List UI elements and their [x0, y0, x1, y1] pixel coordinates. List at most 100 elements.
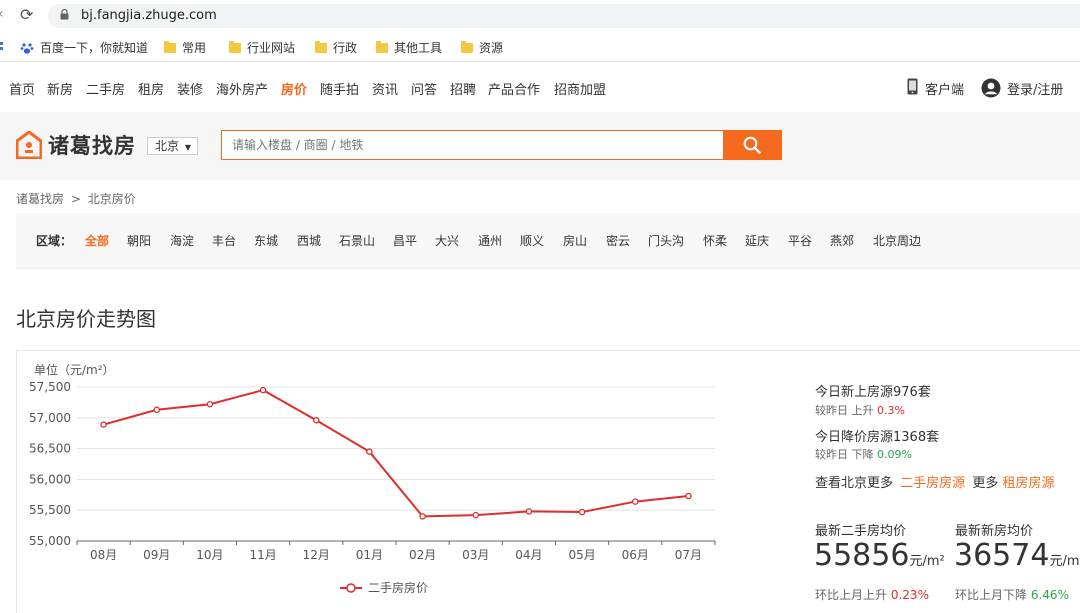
bookmark-baidu[interactable]: 百度一下，你就知道 [20, 39, 148, 56]
url-field[interactable]: bj.fangjia.zhuge.com [48, 4, 1080, 28]
change-percent-down: 0.09% [877, 448, 912, 461]
district-item[interactable]: 密云 [606, 232, 630, 249]
y-tick-label: 55,000 [29, 534, 71, 548]
bookmark-common[interactable]: 常用 [164, 39, 206, 56]
nav-house-price[interactable]: 房价 [281, 79, 307, 98]
bookmark-resources[interactable]: 资源 [461, 39, 503, 56]
district-item[interactable]: 怀柔 [703, 232, 727, 249]
nav-rent[interactable]: 租房 [138, 79, 164, 98]
nav-decoration[interactable]: 装修 [177, 79, 203, 98]
data-point [685, 492, 692, 500]
nav-new-homes[interactable]: 新房 [47, 79, 73, 98]
search-box [221, 130, 725, 160]
new-home-avg-title: 最新新房均价 [955, 524, 1034, 539]
breadcrumb-home[interactable]: 诸葛找房 [16, 192, 64, 206]
legend-point-marker [346, 583, 356, 593]
bookmark-label: 常用 [182, 41, 207, 55]
change-percent-up: 0.3% [877, 404, 905, 417]
nav-home[interactable]: 首页 [9, 79, 35, 98]
district-item[interactable]: 燕郊 [830, 232, 854, 249]
data-point [366, 448, 373, 455]
rental-listings-link[interactable]: 租房房源 [1002, 476, 1054, 491]
filter-label: 区域： [36, 234, 73, 248]
new-home-avg-value: 36574 [954, 538, 1050, 573]
more-prefix: 查看北京更多 [815, 476, 894, 491]
second-hand-listings-link[interactable]: 二手房房源 [900, 476, 965, 491]
district-item[interactable]: 延庆 [745, 232, 769, 249]
data-point [525, 508, 533, 515]
nav-news[interactable]: 资讯 [372, 79, 398, 98]
data-point [419, 513, 426, 520]
nav-jobs[interactable]: 招聘 [450, 79, 476, 98]
more-listings-line: 查看北京更多 二手房房源 更多 租房房源 [815, 472, 1054, 491]
price-trend-chart: 单位（元/m²） 55,000 55,500 56,000 56,500 57,000 57… [29, 362, 716, 595]
x-tick-label: 06月 [622, 548, 649, 562]
district-item[interactable]: 顺义 [520, 232, 544, 249]
nav-overseas[interactable]: 海外房产 [216, 79, 268, 98]
city-selector[interactable]: 北京 ▼ [147, 137, 198, 155]
data-point [632, 498, 639, 505]
x-tick-label: 11月 [249, 548, 276, 562]
district-item[interactable]: 石景山 [339, 232, 375, 249]
section-title: 北京房价走势图 [16, 307, 156, 331]
client-download-link[interactable]: 客户端 [925, 79, 964, 98]
dropdown-caret-icon: ▼ [184, 143, 191, 152]
second-hand-avg-price: 55856元/m² [814, 538, 945, 573]
data-point [578, 508, 586, 516]
district-item[interactable]: 朝阳 [127, 232, 151, 249]
change-label: 较昨日 [815, 448, 848, 461]
folder-icon [315, 40, 327, 53]
second-hand-avg-value: 55856 [814, 538, 910, 573]
bookmarks-bar: 百度一下，你就知道 常用 行业网站 行政 其他工具 资源 [0, 32, 1080, 62]
back-arrow-icon[interactable]: ‹ [0, 6, 4, 22]
nav-second-hand[interactable]: 二手房 [86, 79, 125, 98]
data-point [259, 386, 267, 394]
district-filter: 区域： 全部 朝阳 海淀 丰台 东城 西城 石景山 昌平 大兴 通州 顺义 房山… [16, 213, 1080, 269]
login-register-link[interactable]: 登录/注册 [1007, 79, 1063, 98]
district-item[interactable]: 大兴 [435, 232, 459, 249]
district-item[interactable]: 通州 [478, 232, 502, 249]
x-tick-label: 09月 [143, 548, 170, 562]
change-direction: 下降 [851, 448, 874, 461]
x-tick-label: 01月 [356, 548, 383, 562]
bookmark-tools[interactable]: 其他工具 [376, 39, 442, 56]
district-item[interactable]: 丰台 [212, 232, 236, 249]
district-item[interactable]: 海淀 [170, 232, 194, 249]
bookmark-label: 百度一下，你就知道 [40, 41, 149, 55]
change-percent-down: 6.46% [1030, 588, 1069, 602]
nav-partners[interactable]: 产品合作 [488, 79, 540, 98]
nav-snapshots[interactable]: 随手拍 [320, 79, 359, 98]
folder-icon [229, 40, 241, 53]
lock-icon [60, 8, 69, 20]
data-point [206, 400, 214, 408]
reload-icon[interactable]: ⟳ [20, 5, 33, 24]
bookmark-admin[interactable]: 行政 [315, 39, 357, 56]
nav-franchise[interactable]: 招商加盟 [554, 79, 606, 98]
data-point [472, 511, 479, 519]
bookmark-label: 其他工具 [394, 41, 443, 55]
district-item[interactable]: 北京周边 [873, 232, 921, 249]
new-home-avg-price: 36574元/m² [954, 538, 1080, 573]
bookmark-industry[interactable]: 行业网站 [229, 39, 295, 56]
district-item[interactable]: 门头沟 [648, 232, 684, 249]
change-label: 环比上月下降 [955, 588, 1028, 602]
site-logo[interactable]: 诸葛找房 [48, 130, 136, 160]
x-tick-label: 02月 [409, 548, 436, 562]
apps-grid-icon[interactable] [0, 41, 5, 53]
district-item[interactable]: 昌平 [393, 232, 417, 249]
baidu-paw-icon [20, 41, 34, 55]
district-item[interactable]: 房山 [563, 232, 587, 249]
district-item[interactable]: 东城 [254, 232, 278, 249]
second-hand-mom-change: 环比上月上升 0.23% [815, 586, 929, 603]
x-tick-label: 03月 [462, 548, 489, 562]
change-direction: 上升 [851, 404, 874, 417]
district-item[interactable]: 西城 [297, 232, 321, 249]
change-label: 较昨日 [815, 404, 848, 417]
district-all[interactable]: 全部 [85, 232, 109, 249]
district-item[interactable]: 平谷 [788, 232, 812, 249]
nav-qa[interactable]: 问答 [411, 79, 437, 98]
user-avatar-icon [981, 78, 1001, 101]
price-drop-change: 较昨日 下降 0.09% [815, 446, 912, 462]
search-input[interactable] [222, 131, 724, 159]
search-button[interactable] [723, 130, 782, 160]
